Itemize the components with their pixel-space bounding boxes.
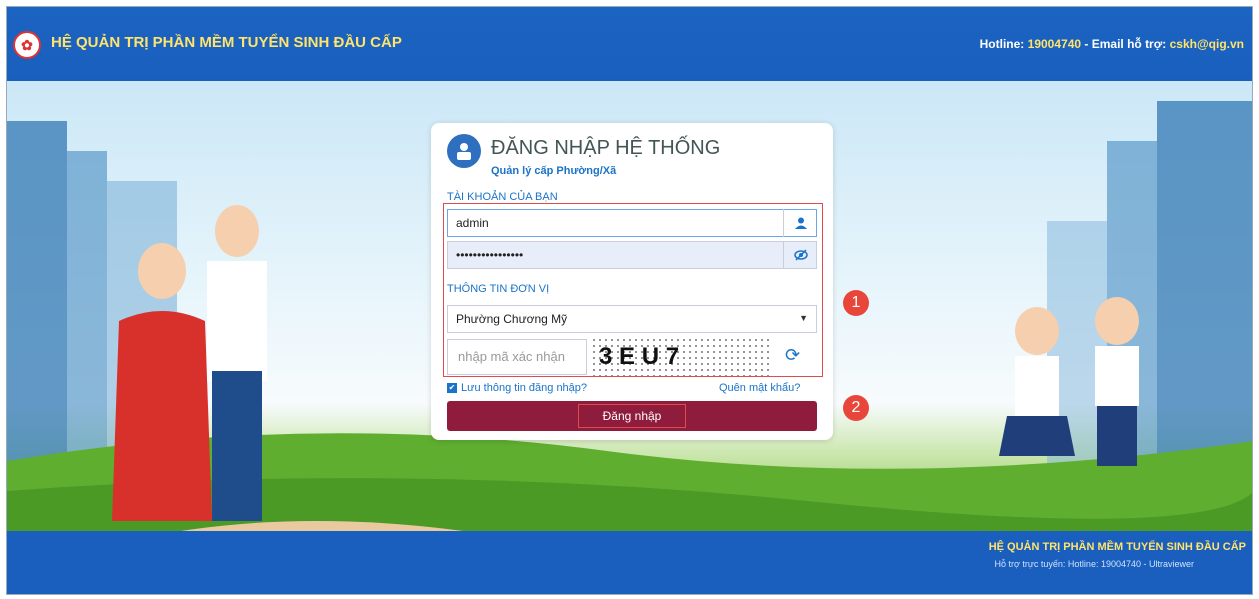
login-subtitle: Quản lý cấp Phường/Xã (491, 165, 617, 177)
login-person-icon (447, 134, 481, 168)
hotline-label: Hotline: (979, 37, 1025, 51)
hotline-number: 19004740 (1027, 37, 1082, 51)
support-email: cskh@qig.vn (1169, 37, 1244, 51)
app-title: HỆ QUẢN TRỊ PHẦN MỀM TUYỂN SINH ĐẦU CẤP (51, 34, 402, 51)
footer-support: Hỗ trợ trực tuyến: Hotline: 19004740 - U… (994, 559, 1194, 569)
remember-checkbox[interactable]: ✔ Lưu thông tin đăng nhập? (447, 382, 587, 394)
account-section-label: TÀI KHOẢN CỦA BẠN (447, 191, 558, 203)
login-button-label: Đăng nhập (577, 404, 687, 428)
checkbox-icon[interactable]: ✔ (447, 383, 457, 393)
page-frame: ✿ HỆ QUẢN TRỊ PHẦN MỀM TUYỂN SINH ĐẦU CẤ… (6, 6, 1253, 595)
annotation-badge-2: 2 (843, 395, 869, 421)
hotline-info: Hotline: 19004740 - Email hỗ trợ: cskh@q… (980, 37, 1244, 51)
login-title: ĐĂNG NHẬP HỆ THỐNG (491, 137, 721, 159)
login-button[interactable]: Đăng nhập (447, 401, 817, 431)
top-bar: ✿ HỆ QUẢN TRỊ PHẦN MỀM TUYỂN SINH ĐẦU CẤ… (7, 7, 1252, 81)
remember-label: Lưu thông tin đăng nhập? (461, 382, 588, 394)
highlight-box-1 (443, 203, 823, 377)
login-card: ĐĂNG NHẬP HỆ THỐNG Quản lý cấp Phường/Xã… (431, 123, 833, 440)
app-logo-icon: ✿ (13, 31, 41, 59)
annotation-badge-1: 1 (843, 290, 869, 316)
forgot-password-link[interactable]: Quên mật khẩu? (719, 382, 800, 394)
footer: HỆ QUẢN TRỊ PHẦN MỀM TUYỂN SINH ĐẦU CẤP … (7, 531, 1252, 594)
email-label: - Email hỗ trợ: (1084, 37, 1167, 51)
footer-title: HỆ QUẢN TRỊ PHẦN MỀM TUYỂN SINH ĐẦU CẤP (988, 541, 1246, 553)
